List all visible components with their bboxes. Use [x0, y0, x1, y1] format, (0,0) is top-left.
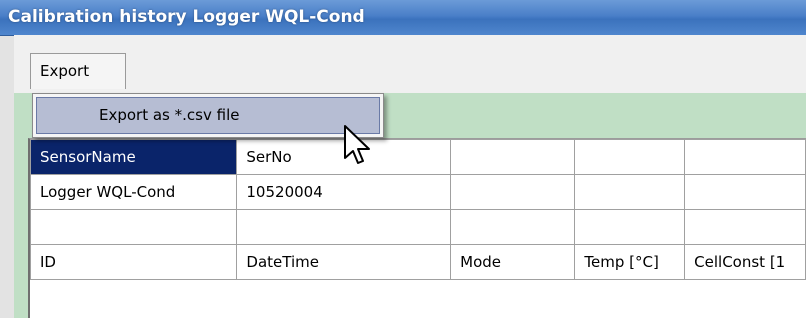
table-cell[interactable]	[574, 174, 686, 210]
table-cell[interactable]	[29, 209, 238, 245]
table-cell[interactable]: CellConst [1	[684, 244, 806, 280]
table-cell[interactable]: DateTime	[236, 244, 452, 280]
table-cell[interactable]: Temp [°C]	[574, 244, 686, 280]
table-cell[interactable]	[684, 209, 806, 245]
table-row: ID DateTime Mode Temp [°C] CellConst [1	[29, 244, 806, 280]
export-dropdown-menu: Export as *.csv file	[32, 93, 384, 138]
table-cell[interactable]: Logger WQL-Cond	[29, 174, 238, 210]
table-cell[interactable]: Mode	[450, 244, 576, 280]
table-cell[interactable]	[574, 139, 686, 175]
table-cell[interactable]	[450, 174, 576, 210]
table-cell[interactable]: SensorName	[29, 139, 238, 175]
export-csv-menu-item[interactable]: Export as *.csv file	[36, 97, 380, 134]
table-cell[interactable]	[450, 209, 576, 245]
table-cell[interactable]	[450, 139, 576, 175]
table-cell[interactable]	[684, 174, 806, 210]
table-cell[interactable]	[574, 209, 686, 245]
window-title: Calibration history Logger WQL-Cond	[8, 7, 365, 27]
calibration-history-window: Calibration history Logger WQL-Cond Expo…	[0, 0, 806, 318]
table-cell[interactable]: ID	[29, 244, 238, 280]
table-cell[interactable]: 10520004	[236, 174, 452, 210]
mouse-pointer-icon	[344, 125, 370, 164]
table-row: Logger WQL-Cond 10520004	[29, 174, 806, 210]
table-cell[interactable]	[236, 209, 452, 245]
table-cell[interactable]	[684, 139, 806, 175]
title-bar[interactable]: Calibration history Logger WQL-Cond	[0, 0, 806, 36]
calibration-table: SensorName SerNo Logger WQL-Cond 1052000…	[29, 139, 806, 280]
menu-bar	[14, 35, 806, 93]
export-menu[interactable]: Export	[30, 53, 126, 89]
table-row: SensorName SerNo	[29, 139, 806, 175]
table-row	[29, 209, 806, 245]
